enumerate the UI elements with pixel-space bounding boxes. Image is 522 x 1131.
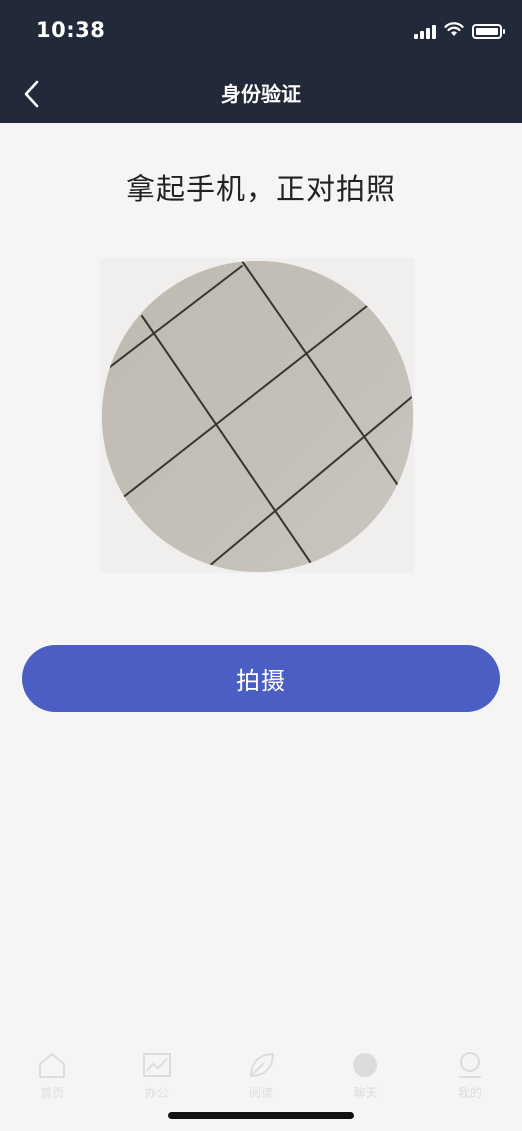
- camera-preview: [100, 258, 414, 573]
- status-bar: 10:38: [0, 0, 522, 64]
- tab-label: 聊天: [353, 1086, 378, 1100]
- tab-label: 办公: [144, 1086, 169, 1100]
- capture-button[interactable]: 拍摄: [22, 645, 500, 712]
- home-indicator: [168, 1112, 354, 1119]
- face-capture-circle: [102, 261, 413, 572]
- chat-icon: [349, 1050, 381, 1080]
- battery-icon: [472, 24, 505, 39]
- cellular-signal-icon: [414, 24, 436, 39]
- tab-home[interactable]: 首页: [0, 1046, 104, 1106]
- tab-office[interactable]: 办公: [104, 1046, 208, 1106]
- leaf-icon: [245, 1050, 277, 1080]
- instruction-text: 拿起手机，正对拍照: [125, 172, 396, 206]
- status-time: 10:38: [36, 18, 106, 42]
- status-icons: [414, 22, 505, 41]
- tab-label: 我的: [457, 1086, 482, 1100]
- tab-label: 阅读: [249, 1086, 274, 1100]
- tab-bar: 首页 办公 阅读 聊天 我的: [0, 1046, 522, 1106]
- tab-label: 首页: [40, 1086, 65, 1100]
- user-icon: [454, 1050, 486, 1080]
- tab-chat[interactable]: 聊天: [313, 1046, 417, 1106]
- nav-bar: 身份验证: [0, 64, 522, 123]
- tab-read[interactable]: 阅读: [209, 1046, 313, 1106]
- chart-icon: [141, 1050, 173, 1080]
- camera-feed-image: [102, 261, 413, 572]
- identity-verification-screen: 10:38 身份验证 拿起手机，正对拍照 拍摄 首页 办公 阅读 聊天 我的: [0, 0, 522, 1131]
- wifi-icon: [444, 22, 464, 41]
- tab-me[interactable]: 我的: [418, 1046, 522, 1106]
- page-title: 身份验证: [221, 82, 301, 106]
- home-icon: [36, 1050, 68, 1080]
